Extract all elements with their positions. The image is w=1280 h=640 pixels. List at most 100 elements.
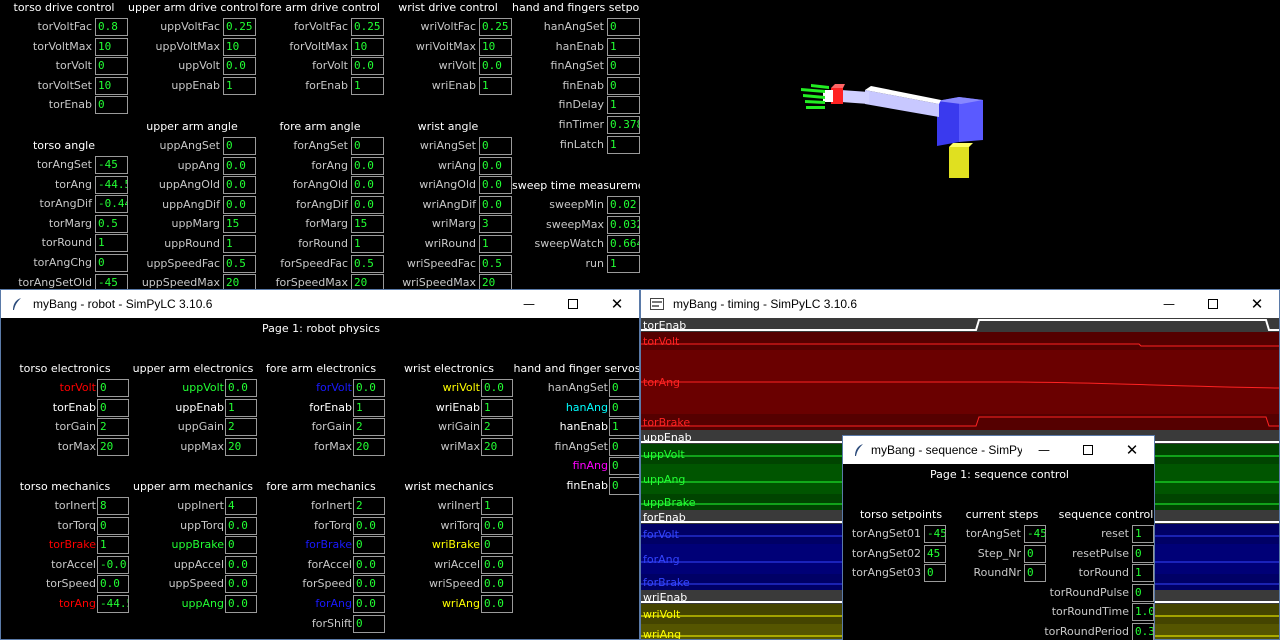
close-button[interactable]: ✕	[1110, 436, 1154, 464]
var-field-uppAngDif[interactable]: 0.0	[223, 195, 256, 214]
var-field-torVoltFac[interactable]: 0.8	[95, 18, 128, 36]
var-field-forRound[interactable]: 1	[351, 235, 384, 253]
var-field-forMarg[interactable]: 15	[351, 215, 384, 234]
var-field-reset[interactable]: 1	[1132, 525, 1154, 543]
var-field-torRoundPeriod[interactable]: 0.3	[1132, 623, 1154, 640]
var-field-torAngSet[interactable]: -45	[95, 156, 128, 174]
var-field-forAng[interactable]: 0.0	[351, 156, 384, 175]
var-field-finEnab[interactable]: 0	[607, 76, 640, 95]
var-field-forAccel[interactable]: 0.0	[353, 555, 385, 574]
var-field-uppMarg[interactable]: 15	[223, 215, 256, 234]
var-field-hanAng[interactable]: 0	[609, 398, 639, 417]
var-field-finEnab[interactable]: 0	[609, 477, 639, 495]
var-field-uppVolt[interactable]: 0.0	[225, 379, 257, 397]
var-field-wriEnab[interactable]: 1	[479, 76, 512, 95]
var-field-uppGain[interactable]: 2	[225, 418, 257, 437]
var-field-torInert[interactable]: 8	[97, 497, 129, 515]
var-field-wriVoltMax[interactable]: 10	[479, 37, 512, 56]
var-field-uppVolt[interactable]: 0.0	[223, 57, 256, 76]
var-field-torVolt[interactable]: 0	[97, 379, 129, 397]
var-field-torRound[interactable]: 1	[1132, 564, 1154, 583]
var-field-wriAngOld[interactable]: 0.0	[479, 176, 512, 195]
var-field-torMarg[interactable]: 0.5	[95, 214, 128, 233]
var-field-forShift[interactable]: 0	[353, 614, 385, 633]
var-field-uppBrake[interactable]: 0	[225, 536, 257, 555]
var-field-torMax[interactable]: 20	[97, 437, 129, 456]
var-field-uppAngOld[interactable]: 0.0	[223, 176, 256, 195]
close-button[interactable]: ✕	[1235, 290, 1279, 318]
var-field-uppAng[interactable]: 0.0	[225, 595, 257, 613]
var-field-hanAngSet[interactable]: 0	[609, 379, 639, 397]
var-field-uppSpeedFac[interactable]: 0.5	[223, 254, 256, 273]
var-field-uppTorq[interactable]: 0.0	[225, 516, 257, 535]
var-field-wriGain[interactable]: 2	[481, 418, 513, 437]
var-field-torAng[interactable]: -44.5	[97, 595, 129, 613]
var-field-torTorq[interactable]: 0	[97, 516, 129, 535]
minimize-button[interactable]: —	[507, 290, 551, 318]
var-field-torBrake[interactable]: 1	[97, 536, 129, 555]
var-field-uppAccel[interactable]: 0.0	[225, 555, 257, 574]
var-field-uppRound[interactable]: 1	[223, 235, 256, 253]
var-field-wriVolt[interactable]: 0.0	[479, 57, 512, 76]
var-field-forSpeed[interactable]: 0.0	[353, 575, 385, 594]
var-field-finAngSet[interactable]: 0	[609, 437, 639, 456]
var-field-torVolt[interactable]: 0	[95, 57, 128, 76]
var-field-uppVoltFac[interactable]: 0.25	[223, 18, 256, 36]
var-field-wriAngSet[interactable]: 0	[479, 137, 512, 155]
var-field-hanEnab[interactable]: 1	[607, 37, 640, 56]
var-field-torRound[interactable]: 1	[95, 234, 128, 253]
var-field-torVoltMax[interactable]: 10	[95, 37, 128, 56]
var-field-torEnab[interactable]: 0	[97, 398, 129, 417]
var-field-sweepWatch[interactable]: 0.664	[607, 235, 640, 254]
var-field-finAng[interactable]: 0	[609, 457, 639, 476]
maximize-button[interactable]	[1066, 436, 1110, 464]
var-field-forSpeedMax[interactable]: 20	[351, 274, 384, 289]
var-field-torGain[interactable]: 2	[97, 418, 129, 437]
var-field-forVoltMax[interactable]: 10	[351, 37, 384, 56]
var-field-resetPulse[interactable]: 0	[1132, 544, 1154, 563]
var-field-finLatch[interactable]: 1	[607, 135, 640, 154]
minimize-button[interactable]: —	[1147, 290, 1191, 318]
close-button[interactable]: ✕	[595, 290, 639, 318]
var-field-wriSpeed[interactable]: 0.0	[481, 575, 513, 594]
var-field-forSpeedFac[interactable]: 0.5	[351, 254, 384, 273]
var-field-uppSpeedMax[interactable]: 20	[223, 274, 256, 289]
var-field-forGain[interactable]: 2	[353, 418, 385, 437]
var-field-uppMax[interactable]: 20	[225, 437, 257, 456]
var-field-wriAng[interactable]: 0.0	[479, 156, 512, 175]
var-field-torRoundPulse[interactable]: 0	[1132, 583, 1154, 602]
var-field-torAngDif[interactable]: -0.44	[95, 195, 128, 214]
robot-window-titlebar[interactable]: myBang - robot - SimPyLC 3.10.6 — ✕	[1, 290, 639, 318]
var-field-forAng[interactable]: 0.0	[353, 595, 385, 613]
var-field-forAngSet[interactable]: 0	[351, 137, 384, 155]
var-field-torRoundTime[interactable]: 1.0	[1132, 603, 1154, 622]
var-field-sweepMax[interactable]: 0.032	[607, 215, 640, 234]
var-field-wriSpeedMax[interactable]: 20	[479, 274, 512, 289]
var-field-forAngOld[interactable]: 0.0	[351, 176, 384, 195]
var-field-finAngSet[interactable]: 0	[607, 57, 640, 76]
sequence-window-titlebar[interactable]: myBang - sequence - SimPyL... — ✕	[843, 436, 1154, 464]
var-field-torEnab[interactable]: 0	[95, 96, 128, 115]
var-field-wriBrake[interactable]: 0	[481, 536, 513, 555]
var-field-uppAng[interactable]: 0.0	[223, 156, 256, 175]
var-field-uppInert[interactable]: 4	[225, 497, 257, 515]
var-field-forTorq[interactable]: 0.0	[353, 516, 385, 535]
var-field-wriInert[interactable]: 1	[481, 497, 513, 515]
var-field-forEnab[interactable]: 1	[353, 398, 385, 417]
robot-3d-view[interactable]	[641, 0, 1280, 289]
var-field-torVoltSet[interactable]: 10	[95, 76, 128, 95]
var-field-uppSpeed[interactable]: 0.0	[225, 575, 257, 594]
var-field-forVoltFac[interactable]: 0.25	[351, 18, 384, 36]
var-field-run[interactable]: 1	[607, 254, 640, 273]
var-field-wriAng[interactable]: 0.0	[481, 595, 513, 613]
var-field-torAccel[interactable]: -0.0	[97, 555, 129, 574]
var-field-uppVoltMax[interactable]: 10	[223, 37, 256, 56]
var-field-wriVolt[interactable]: 0.0	[481, 379, 513, 397]
maximize-button[interactable]	[1191, 290, 1235, 318]
var-field-forAngDif[interactable]: 0.0	[351, 195, 384, 214]
var-field-torAngSetOld[interactable]: -45	[95, 273, 128, 289]
var-field-wriTorq[interactable]: 0.0	[481, 516, 513, 535]
var-field-wriSpeedFac[interactable]: 0.5	[479, 254, 512, 273]
var-field-torAng[interactable]: -44.5	[95, 175, 128, 194]
var-field-uppEnab[interactable]: 1	[223, 76, 256, 95]
